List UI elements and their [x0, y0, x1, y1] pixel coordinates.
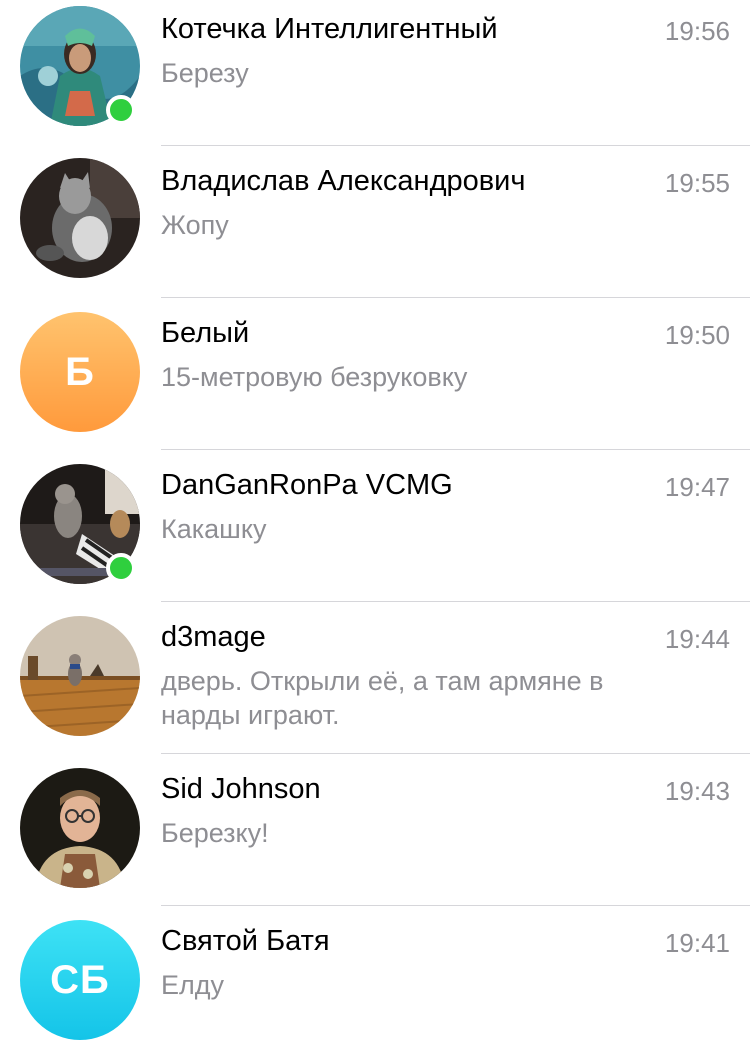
chat-row[interactable]: Б Белый 19:50 15-метровую безруковку: [0, 304, 750, 456]
chat-last-message: Березу: [161, 58, 249, 88]
avatar-initials: Б: [65, 349, 95, 394]
chat-last-message: Елду: [161, 970, 225, 1000]
chat-row[interactable]: d3mage 19:44 дверь. Открыли её, а там ар…: [0, 608, 750, 760]
chat-name: Белый: [161, 317, 250, 349]
avatar[interactable]: СБ: [20, 920, 140, 1040]
chat-name: Котечка Интеллигентный: [161, 13, 498, 45]
chat-time: 19:41: [664, 928, 730, 958]
divider: [161, 145, 750, 146]
chat-row[interactable]: DanGanRonPa VCMG 19:47 Какашку: [0, 456, 750, 608]
chat-list: Котечка Интеллигентный 19:56 Березу Влад…: [0, 0, 750, 1055]
divider: [161, 297, 750, 298]
divider: [161, 905, 750, 906]
chat-row[interactable]: Sid Johnson 19:43 Березку!: [0, 760, 750, 912]
chat-last-message: 15-метровую безруковку: [161, 362, 468, 392]
chat-last-message: дверь. Открыли её, а там армяне в нарды …: [161, 666, 604, 730]
chat-name: Sid Johnson: [161, 773, 321, 805]
divider: [161, 753, 750, 754]
divider: [161, 601, 750, 602]
chat-time: 19:56: [664, 16, 730, 46]
chat-time: 19:43: [664, 776, 730, 806]
chat-name: Владислав Александрович: [161, 165, 526, 197]
chat-time: 19:47: [664, 472, 730, 502]
chat-name: DanGanRonPa VCMG: [161, 469, 453, 501]
chat-time: 19:50: [664, 320, 730, 350]
chat-row[interactable]: СБ Святой Батя 19:41 Елду: [0, 912, 750, 1064]
divider: [161, 449, 750, 450]
chat-row[interactable]: Владислав Александрович 19:55 Жопу: [0, 152, 750, 304]
chat-last-message: Березку!: [161, 818, 269, 848]
avatar[interactable]: [20, 768, 140, 888]
avatar[interactable]: [20, 158, 140, 278]
chat-last-message: Жопу: [161, 210, 229, 240]
online-indicator: [106, 553, 136, 583]
avatar[interactable]: Б: [20, 312, 140, 432]
chat-time: 19:44: [664, 624, 730, 654]
chat-name: Святой Батя: [161, 925, 330, 957]
avatar[interactable]: [20, 616, 140, 736]
online-indicator: [106, 95, 136, 125]
chat-name: d3mage: [161, 621, 266, 653]
avatar-initials: СБ: [50, 957, 110, 1002]
chat-last-message: Какашку: [161, 514, 267, 544]
chat-time: 19:55: [664, 168, 730, 198]
chat-row[interactable]: Котечка Интеллигентный 19:56 Березу: [0, 0, 750, 152]
